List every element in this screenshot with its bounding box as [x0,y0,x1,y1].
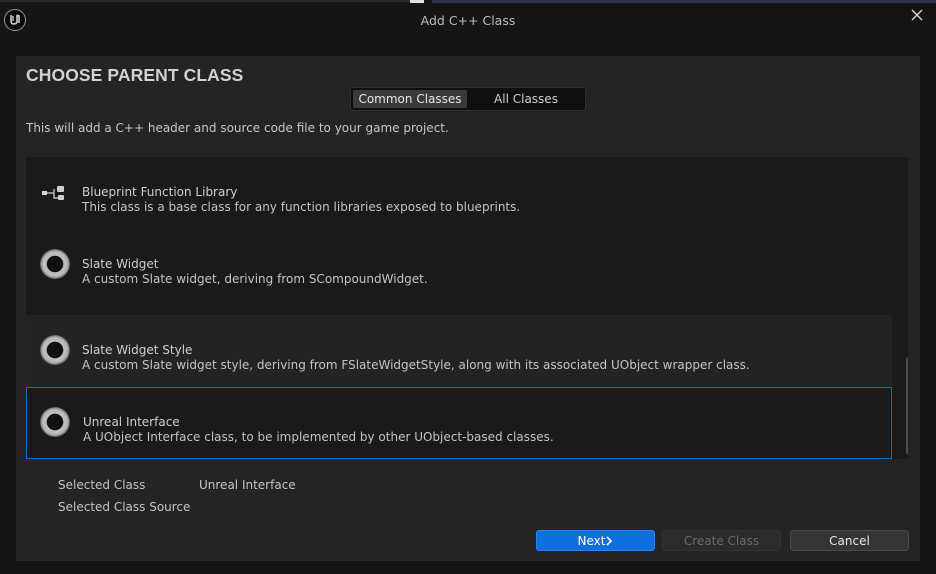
selected-class-label: Selected Class [58,478,146,492]
top-divider [0,0,410,2]
create-class-button[interactable]: Create Class [662,530,781,551]
blueprint-function-library-icon [38,177,70,209]
list-item-unreal-interface[interactable]: Unreal Interface A UObject Interface cla… [26,387,892,459]
next-button[interactable]: Next [536,530,655,551]
list-item-blueprint-function-library[interactable]: Blueprint Function Library This class is… [26,157,892,229]
class-title: Unreal Interface [83,415,180,429]
class-description: A custom Slate widget style, deriving fr… [82,358,750,372]
window-title: Add C++ Class [420,13,516,28]
selected-class-source-label: Selected Class Source [58,500,191,514]
class-description: This class is a base class for any funct… [82,200,521,214]
class-ring-icon [40,249,72,281]
class-title: Blueprint Function Library [82,185,238,199]
title-bar: Add C++ Class [0,0,936,44]
dialog-description: This will add a C++ header and source co… [26,121,449,135]
tab-all-classes[interactable]: All Classes [469,90,583,108]
class-ring-icon [40,407,72,439]
tab-common-classes[interactable]: Common Classes [353,90,467,108]
class-description: A UObject Interface class, to be impleme… [83,430,554,444]
class-title: Slate Widget [82,257,159,271]
close-icon[interactable] [910,8,924,22]
list-scrollbar[interactable] [906,357,908,455]
class-filter-tabs: Common Classes All Classes [350,87,586,111]
cancel-button[interactable]: Cancel [790,530,909,551]
class-ring-icon [40,335,72,367]
page-title: CHOOSE PARENT CLASS [26,65,244,85]
dialog-panel: CHOOSE PARENT CLASS Common Classes All C… [16,56,920,561]
selected-class-value: Unreal Interface [199,478,296,492]
top-indicator [410,0,424,3]
chevron-right-icon [605,532,613,546]
class-description: A custom Slate widget, deriving from SCo… [82,272,428,286]
next-button-label: Next [577,534,606,548]
class-title: Slate Widget Style [82,343,193,357]
list-item-slate-widget-style[interactable]: Slate Widget Style A custom Slate widget… [26,315,892,387]
parent-class-list: Blueprint Function Library This class is… [26,157,908,459]
list-item-slate-widget[interactable]: Slate Widget A custom Slate widget, deri… [26,229,892,301]
top-accent-line [432,0,936,3]
